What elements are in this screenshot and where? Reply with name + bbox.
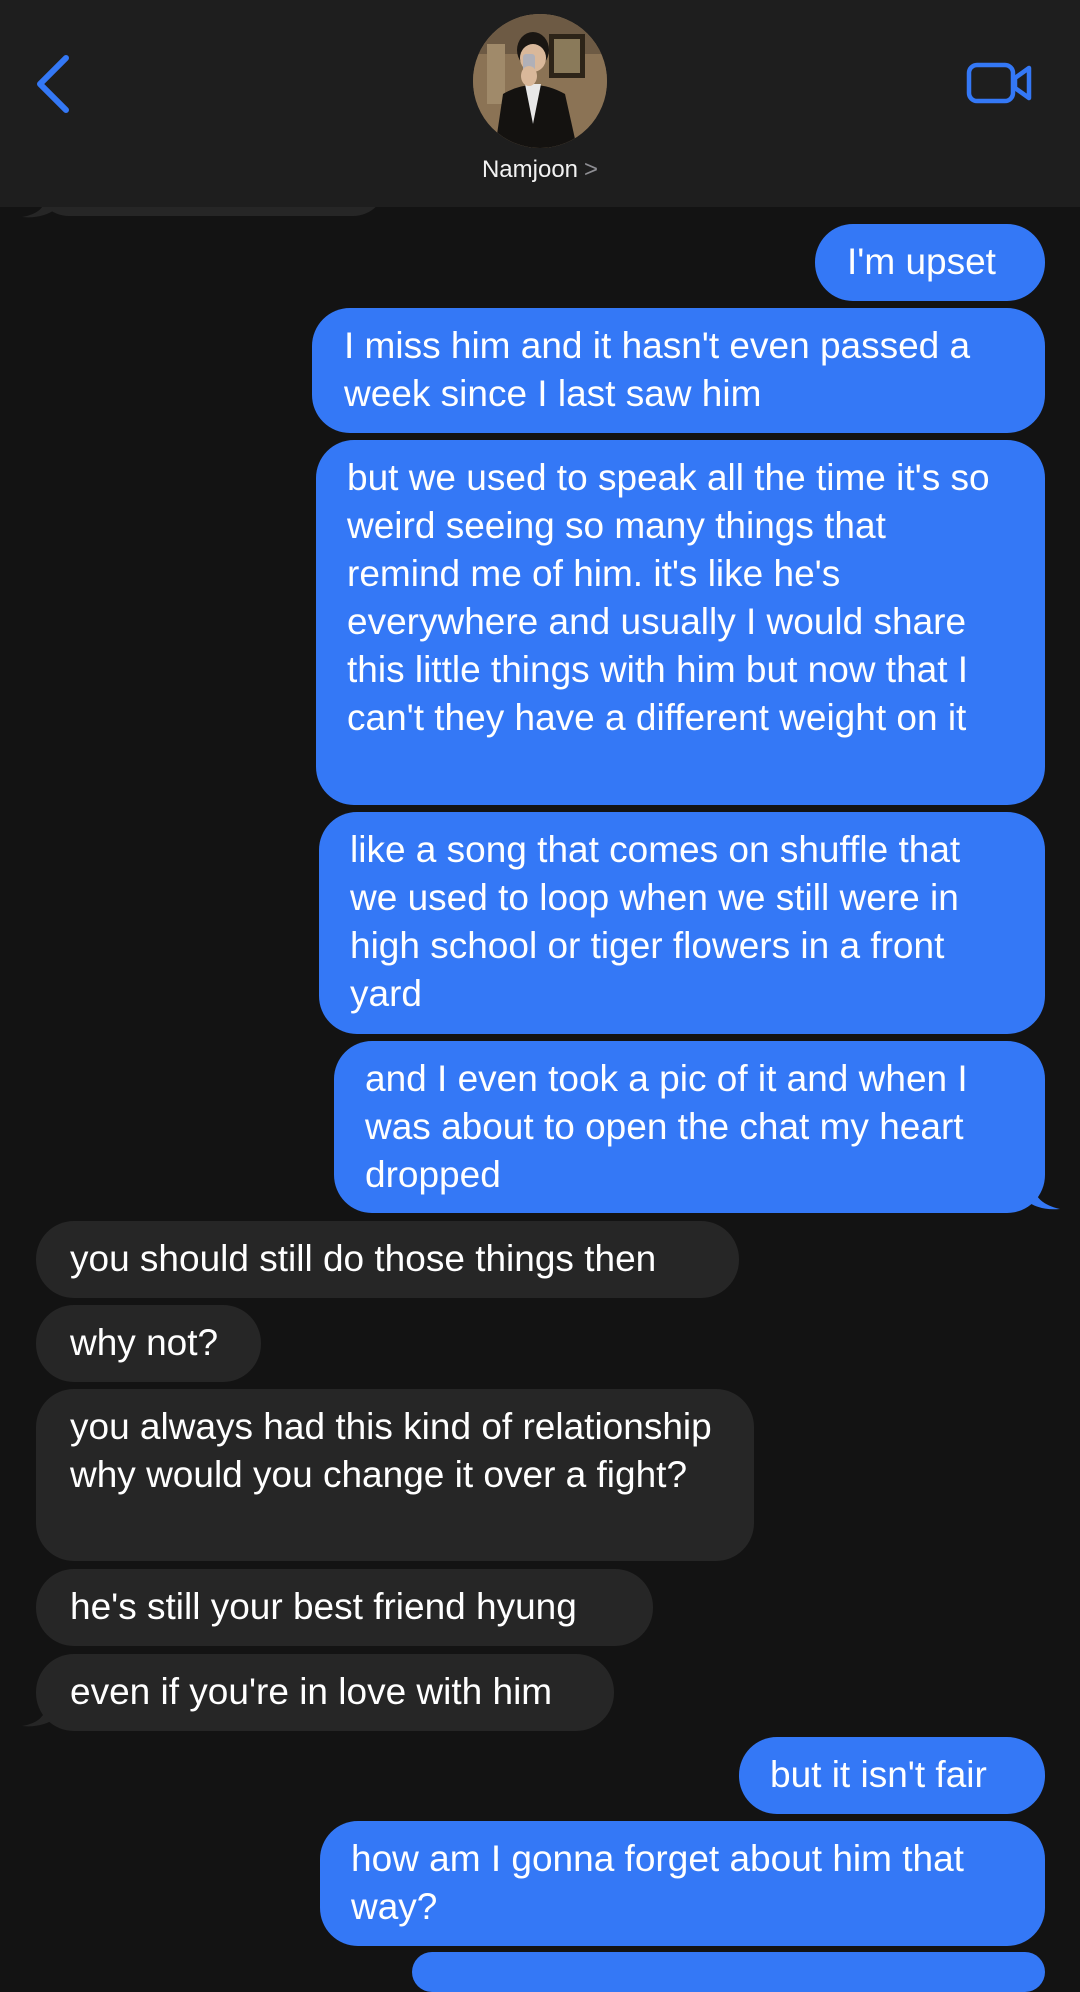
- message-text: like a song that comes on shuffle that w…: [350, 829, 961, 1014]
- message-bubble-sent[interactable]: like a song that comes on shuffle that w…: [319, 812, 1045, 1034]
- facetime-video-button[interactable]: [965, 58, 1035, 108]
- message-thread[interactable]: I'm upset I miss him and it hasn't even …: [0, 0, 1080, 1992]
- message-bubble-sent[interactable]: but it isn't fair: [739, 1737, 1045, 1814]
- message-text: he's still your best friend hyung: [70, 1586, 577, 1627]
- message-bubble-sent[interactable]: I miss him and it hasn't even passed a w…: [312, 308, 1045, 433]
- message-bubble-sent[interactable]: but we used to speak all the time it's s…: [316, 440, 1045, 805]
- message-bubble-sent[interactable]: how am I gonna forget about him that way…: [320, 1821, 1045, 1946]
- chevron-right-icon: >: [584, 156, 599, 183]
- message-bubble-sent[interactable]: I'm upset: [815, 224, 1045, 301]
- message-bubble-received[interactable]: he's still your best friend hyung: [36, 1569, 653, 1646]
- message-text: how am I gonna forget about him that way…: [351, 1838, 964, 1927]
- contact-name-button[interactable]: Namjoon >: [0, 156, 1080, 184]
- bubble-tail: [1024, 1185, 1060, 1210]
- message-bubble-partial: [412, 1952, 1045, 1992]
- chevron-left-icon: [37, 55, 69, 113]
- back-button[interactable]: [30, 50, 80, 120]
- message-bubble-received[interactable]: you should still do those things then: [36, 1221, 739, 1298]
- message-text: you should still do those things then: [70, 1238, 657, 1279]
- message-text: I'm upset: [847, 241, 996, 282]
- message-text: why not?: [70, 1322, 219, 1363]
- bubble-tail: [22, 1704, 56, 1727]
- message-bubble-sent[interactable]: and I even took a pic of it and when I w…: [334, 1041, 1045, 1213]
- message-bubble-received[interactable]: you always had this kind of relationship…: [36, 1389, 754, 1561]
- video-camera-icon: [966, 62, 1032, 104]
- message-text: even if you're in love with him: [70, 1671, 553, 1712]
- message-text: but we used to speak all the time it's s…: [347, 457, 990, 738]
- avatar[interactable]: [473, 14, 607, 148]
- message-text: I miss him and it hasn't even passed a w…: [344, 325, 971, 414]
- message-bubble-received[interactable]: why not?: [36, 1305, 261, 1382]
- contact-photo: [473, 14, 607, 148]
- message-text: but it isn't fair: [770, 1754, 987, 1795]
- conversation-header: Namjoon >: [0, 0, 1080, 207]
- message-text: you always had this kind of relationship…: [70, 1406, 712, 1495]
- message-bubble-received[interactable]: even if you're in love with him: [36, 1654, 614, 1731]
- message-text: and I even took a pic of it and when I w…: [365, 1058, 968, 1195]
- contact-name: Namjoon: [481, 156, 579, 183]
